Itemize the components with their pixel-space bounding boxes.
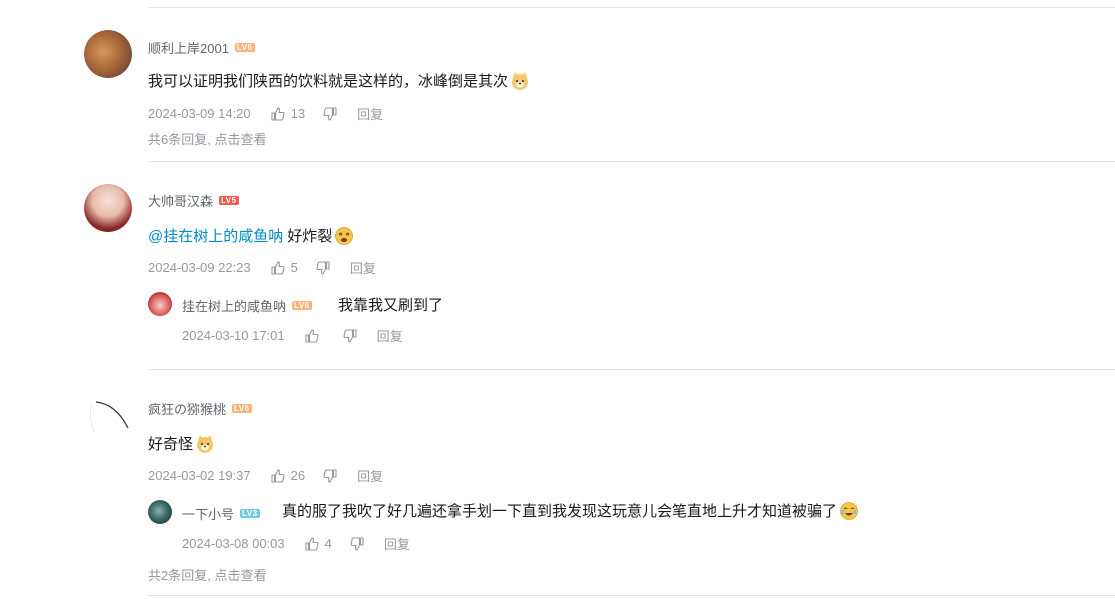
- reply-content: 我靠我又刷到了: [338, 294, 443, 315]
- reply-button[interactable]: 回复: [377, 326, 403, 345]
- username-text[interactable]: 一下小号: [182, 504, 234, 523]
- dislike-button[interactable]: [323, 106, 337, 121]
- comment-meta: 2024-03-02 19:37 26 回复: [148, 466, 383, 485]
- dislike-button[interactable]: [343, 328, 357, 343]
- username-text[interactable]: 疯狂の猕猴桃: [148, 399, 226, 418]
- divider: [148, 369, 1115, 370]
- reply-username[interactable]: 挂在树上的咸鱼呐 LV6: [182, 296, 312, 315]
- like-button[interactable]: 13: [271, 106, 305, 121]
- like-count: 5: [290, 260, 298, 275]
- like-button[interactable]: 26: [271, 468, 305, 483]
- username[interactable]: 顺利上岸2001 LV6: [148, 38, 255, 57]
- avatar[interactable]: [84, 184, 132, 232]
- reply-time: 2024-03-10 17:01: [182, 328, 285, 343]
- reply-text: 我靠我又刷到了: [338, 297, 444, 314]
- divider: [148, 7, 1115, 8]
- username[interactable]: 大帅哥汉森 LV5: [148, 191, 239, 210]
- level-badge: LV3: [240, 509, 260, 518]
- like-button[interactable]: 5: [271, 260, 298, 275]
- like-count: 26: [290, 468, 306, 483]
- comment-content: 好奇怪: [148, 433, 215, 454]
- thumbs-up-icon: [305, 328, 319, 343]
- level-badge: LV5: [219, 196, 239, 205]
- comment-time: 2024-03-09 22:23: [148, 260, 251, 275]
- thumbs-down-icon: [343, 328, 357, 343]
- reply-meta: 2024-03-10 17:01 回复: [182, 326, 403, 345]
- comment-time: 2024-03-09 14:20: [148, 106, 251, 121]
- reply-button[interactable]: 回复: [357, 466, 383, 485]
- comment-meta: 2024-03-09 22:23 5 回复: [148, 258, 376, 277]
- comment-content: @挂在树上的咸鱼呐 好炸裂: [148, 225, 354, 246]
- username-text[interactable]: 大帅哥汉森: [148, 191, 213, 210]
- reply-button[interactable]: 回复: [357, 104, 383, 123]
- divider: [148, 595, 1115, 596]
- reply-username[interactable]: 一下小号 LV3: [182, 504, 260, 523]
- comment-text: 好炸裂: [287, 228, 333, 245]
- dislike-button[interactable]: [350, 536, 364, 551]
- reply-button[interactable]: 回复: [350, 258, 376, 277]
- divider: [148, 161, 1115, 162]
- comment-content: 我可以证明我们陕西的饮料就是这样的，冰峰倒是其次: [148, 70, 530, 91]
- like-count: 4: [324, 536, 332, 551]
- thumbs-up-icon: [271, 468, 285, 483]
- thumbs-down-icon: [316, 260, 330, 275]
- reply-button[interactable]: 回复: [384, 534, 410, 553]
- avatar[interactable]: [148, 500, 172, 524]
- like-button[interactable]: [305, 328, 325, 343]
- dislike-button[interactable]: [323, 468, 337, 483]
- thumbs-up-icon: [271, 106, 285, 121]
- dizzy-icon: [335, 226, 354, 245]
- comment-time: 2024-03-02 19:37: [148, 468, 251, 483]
- level-badge: LV6: [232, 404, 252, 413]
- avatar[interactable]: [84, 392, 132, 440]
- thumbs-down-icon: [350, 536, 364, 551]
- level-badge: LV6: [234, 43, 255, 52]
- reply-content: 真的服了我吹了好几遍还拿手划一下直到我发现这玩意儿会笔直地上升才知道被骗了: [282, 500, 859, 521]
- comment-text: 我可以证明我们陕西的饮料就是这样的，冰峰倒是其次: [148, 73, 509, 90]
- thumbs-up-icon: [271, 260, 285, 275]
- like-count: 13: [290, 106, 306, 121]
- avatar[interactable]: [148, 292, 172, 316]
- avatar-sketch: [90, 401, 129, 433]
- username[interactable]: 疯狂の猕猴桃 LV6: [148, 399, 252, 418]
- level-badge: LV6: [292, 301, 312, 310]
- like-button[interactable]: 4: [305, 536, 332, 551]
- doge-icon: [512, 71, 529, 90]
- dislike-button[interactable]: [316, 260, 330, 275]
- view-replies-link[interactable]: 共2条回复, 点击查看: [148, 565, 266, 584]
- username-text[interactable]: 顺利上岸2001: [148, 38, 229, 57]
- doge-icon: [197, 434, 214, 453]
- laugh-cry-icon: [840, 501, 858, 520]
- thumbs-down-icon: [323, 468, 337, 483]
- reply-text: 真的服了我吹了好几遍还拿手划一下直到我发现这玩意儿会笔直地上升才知道被骗了: [282, 503, 838, 520]
- thumbs-down-icon: [323, 106, 337, 121]
- view-replies-link[interactable]: 共6条回复, 点击查看: [148, 129, 266, 148]
- comment-meta: 2024-03-09 14:20 13 回复: [148, 104, 383, 123]
- reply-meta: 2024-03-08 00:03 4 回复: [182, 534, 410, 553]
- comment-text: 好奇怪: [148, 436, 194, 453]
- avatar[interactable]: [84, 30, 132, 78]
- reply-time: 2024-03-08 00:03: [182, 536, 285, 551]
- thumbs-up-icon: [305, 536, 319, 551]
- username-text[interactable]: 挂在树上的咸鱼呐: [182, 296, 286, 315]
- mention-link[interactable]: @挂在树上的咸鱼呐: [148, 225, 283, 246]
